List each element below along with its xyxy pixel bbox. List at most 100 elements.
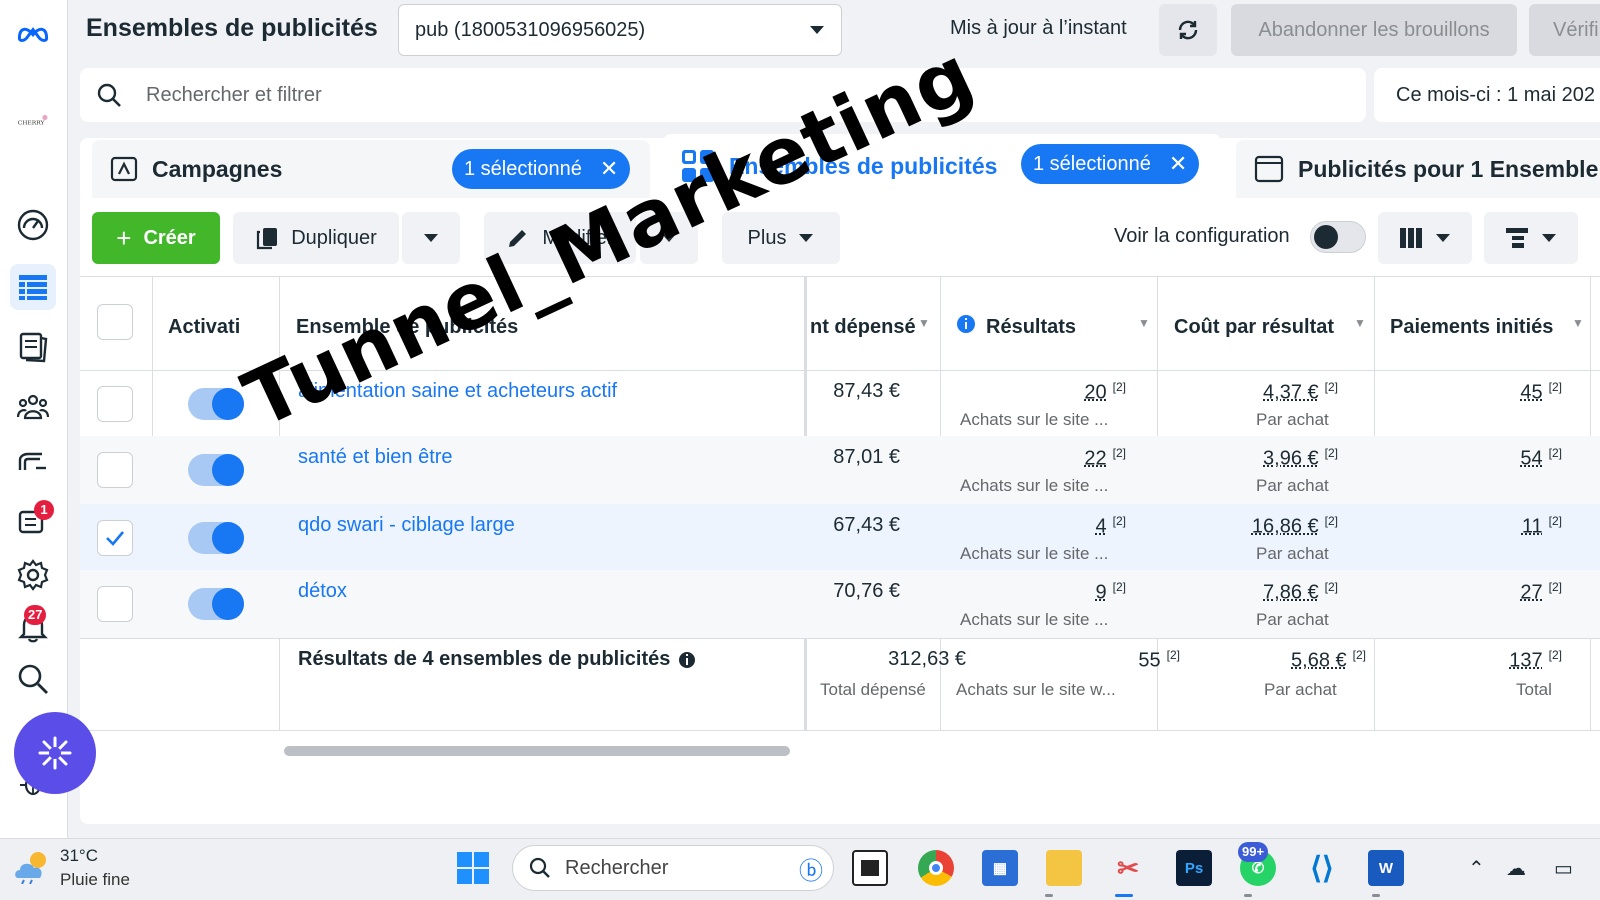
view-config-label: Voir la configuration (1114, 225, 1290, 247)
row-checkbox[interactable] (97, 386, 133, 422)
amount-spent-value: 70,76 € (833, 580, 900, 602)
columns-button[interactable] (1378, 212, 1472, 264)
weather-temperature[interactable]: 31°C (60, 846, 98, 866)
totals-label: Résultats de 4 ensembles de publicités (298, 648, 696, 671)
campaigns-selected-pill[interactable]: 1 sélectionné ✕ (452, 149, 631, 189)
svg-text:CHERRY: CHERRY (18, 119, 45, 126)
sort-arrow-icon[interactable]: ▼ (918, 316, 930, 330)
total-spent-value: 312,63 € (888, 648, 966, 670)
tab-campaigns-label: Campagnes (152, 155, 283, 182)
refresh-button[interactable] (1159, 4, 1217, 56)
breakdown-button[interactable] (1484, 212, 1578, 264)
weather-description[interactable]: Pluie fine (60, 870, 130, 890)
view-config-toggle[interactable] (1310, 221, 1366, 253)
meta-logo-icon[interactable] (10, 10, 56, 56)
row-checkbox[interactable] (97, 452, 133, 488)
adset-name-link[interactable]: détox (298, 580, 347, 603)
search-icon (529, 857, 550, 878)
table-row[interactable]: santé et bien être 87,01 € 22 [2] Achats … (80, 436, 1600, 504)
adset-name-link[interactable]: qdo swari - ciblage large (298, 514, 515, 537)
snipping-tool-icon[interactable]: ✂ (1110, 850, 1146, 886)
close-icon[interactable]: ✕ (1169, 151, 1187, 177)
whatsapp-badge: 99+ (1238, 842, 1269, 862)
header-activation[interactable]: Activati (168, 316, 240, 339)
onedrive-cloud-icon[interactable]: ☁ (1506, 856, 1526, 881)
task-view-icon[interactable] (852, 850, 888, 886)
header-amount-spent[interactable]: nt dépensé (810, 316, 916, 339)
taskbar-search-placeholder: Rechercher (565, 856, 669, 879)
vscode-icon[interactable]: ⟨⟩ (1304, 850, 1340, 886)
sort-arrow-icon[interactable]: ▼ (1572, 316, 1584, 330)
file-explorer-icon[interactable] (1046, 850, 1082, 886)
bing-icon[interactable]: ⓑ (799, 851, 823, 886)
audiences-icon[interactable] (10, 384, 56, 430)
row-checkbox[interactable] (97, 586, 133, 622)
duplicate-button[interactable]: Dupliquer (233, 212, 399, 264)
taskbar-search[interactable]: Rechercher ⓑ (512, 845, 834, 891)
photoshop-icon[interactable]: Ps (1176, 850, 1212, 886)
cost-per-result-type: Par achat (1256, 410, 1329, 429)
payments-value: 11 [2] (1521, 514, 1562, 538)
word-icon[interactable]: W (1368, 850, 1404, 886)
tab-ads[interactable]: Publicités pour 1 Ensemble d (1236, 140, 1600, 198)
row-checkbox[interactable] (97, 520, 133, 556)
display-icon[interactable]: ▭ (1554, 856, 1573, 881)
chevron-up-icon[interactable]: ⌃ (1468, 856, 1485, 881)
pages-icon[interactable] (10, 324, 56, 370)
horizontal-scrollbar[interactable] (284, 746, 790, 756)
search-filter-bar[interactable]: Rechercher et filtrer (80, 68, 1366, 122)
duplicate-dropdown[interactable] (402, 212, 460, 264)
chrome-icon[interactable] (918, 850, 954, 886)
select-all-checkbox[interactable] (97, 304, 133, 340)
discard-drafts-button[interactable]: Abandonner les brouillons (1231, 4, 1517, 56)
sort-arrow-icon[interactable]: ▼ (1354, 316, 1366, 330)
results-type: Achats sur le site ... (960, 410, 1109, 429)
info-icon[interactable] (678, 651, 696, 669)
divider (80, 730, 1600, 731)
plus-icon: + (116, 222, 132, 253)
ad-account-value: pub (1800531096956025) (415, 18, 646, 41)
gear-icon[interactable] (10, 552, 56, 598)
amount-spent-value: 67,43 € (833, 514, 900, 536)
running-indicator (1244, 894, 1252, 897)
store-icon[interactable]: ▦ (982, 850, 1018, 886)
ad-account-select[interactable]: pub (1800531096956025) (398, 4, 842, 56)
header-results[interactable]: Résultats (986, 316, 1076, 339)
windows-start-icon[interactable] (455, 850, 491, 886)
dashboard-gauge-icon[interactable] (10, 202, 56, 248)
chevron-down-icon (810, 26, 824, 34)
adset-name-link[interactable]: santé et bien être (298, 446, 453, 469)
tab-campaigns[interactable]: Campagnes 1 sélectionné ✕ (92, 140, 650, 198)
header-payments-initiated[interactable]: Paiements initiés (1390, 316, 1553, 339)
adset-toggle[interactable] (188, 588, 244, 620)
table-row[interactable]: détox 70,76 € 9 [2] Achats sur le site ..… (80, 570, 1600, 638)
weather-cloud-icon[interactable] (12, 848, 52, 889)
verify-button[interactable]: Vérifi (1529, 4, 1600, 56)
create-button[interactable]: + Créer (92, 212, 220, 264)
date-range-picker[interactable]: Ce mois-ci : 1 mai 202 (1374, 68, 1600, 122)
adset-toggle[interactable] (188, 454, 244, 486)
chevron-down-icon (424, 234, 438, 242)
results-value: 9 [2] (1095, 580, 1126, 604)
total-cpr-value: 5,68 € [2] (1291, 648, 1366, 672)
adset-toggle[interactable] (188, 522, 244, 554)
account-avatar[interactable]: CHERRY (10, 98, 56, 144)
billing-icon[interactable] (10, 440, 56, 486)
sort-arrow-icon[interactable]: ▼ (1138, 316, 1150, 330)
cost-per-result-value: 3,96 € [2] (1263, 446, 1338, 470)
assistant-float-button[interactable] (14, 712, 96, 794)
payments-value: 54 [2] (1520, 446, 1562, 470)
header-cost-per-result[interactable]: Coût par résultat (1174, 316, 1334, 339)
adset-toggle[interactable] (188, 388, 244, 420)
search-icon[interactable] (10, 656, 56, 702)
close-icon[interactable]: ✕ (600, 156, 618, 182)
ads-manager-table-icon[interactable] (10, 264, 56, 310)
page-title: Ensembles de publicités (86, 14, 378, 42)
payments-value: 45 [2] (1520, 380, 1562, 404)
cost-per-result-value: 4,37 € [2] (1263, 380, 1338, 404)
table-row[interactable]: qdo swari - ciblage large 67,43 € 4 [2] A… (80, 504, 1600, 572)
adsets-selected-pill[interactable]: 1 sélectionné ✕ (1021, 144, 1200, 184)
total-results-value: 55 [2] (1138, 648, 1180, 672)
running-indicator (1372, 894, 1380, 897)
adsets-selected-count: 1 sélectionné (1033, 152, 1151, 175)
